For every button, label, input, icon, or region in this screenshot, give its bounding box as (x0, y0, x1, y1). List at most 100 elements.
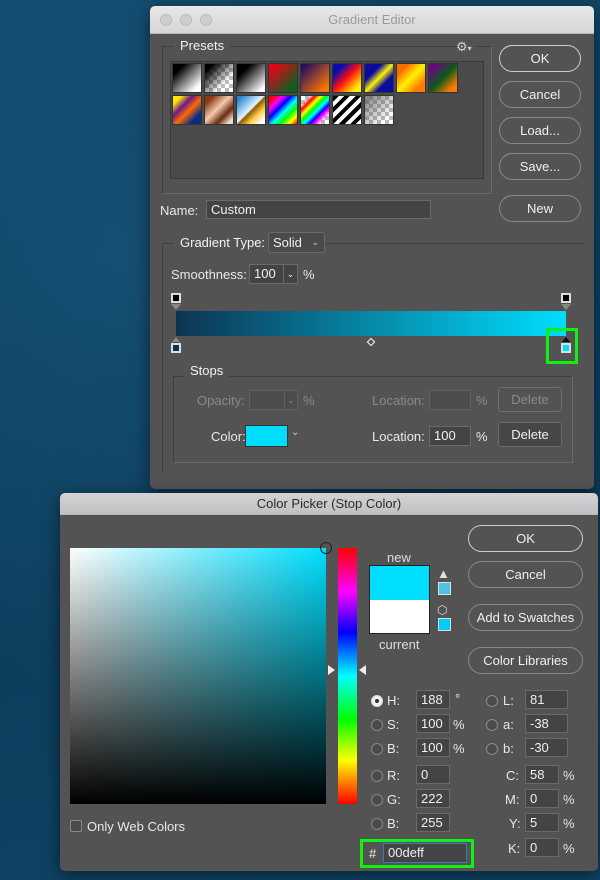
color-picker-window: Color Picker (Stop Color) new current ▲ … (60, 493, 598, 871)
only-web-colors-label[interactable]: Only Web Colors (87, 819, 185, 834)
midpoint-diamond[interactable] (366, 337, 376, 347)
opacity-stops-track[interactable] (170, 292, 572, 310)
chevron-down-icon[interactable]: ⌄ (291, 427, 299, 438)
name-input[interactable]: Custom (206, 200, 431, 219)
cancel-button[interactable]: Cancel (499, 81, 581, 108)
preset-orange-yellow-orange[interactable] (396, 63, 426, 93)
color-delete-button[interactable]: Delete (498, 422, 562, 447)
preset-spectrum[interactable] (268, 95, 298, 125)
window-title: Color Picker (Stop Color) (256, 496, 402, 511)
green-label: G: (387, 792, 401, 807)
preset-neutral-density[interactable] (364, 95, 394, 125)
opacity-stop-1[interactable] (560, 292, 572, 310)
lab-b-radio[interactable] (486, 743, 498, 755)
selected-stop-highlight (546, 328, 578, 364)
gear-icon[interactable]: ⚙▾ (456, 39, 476, 54)
hex-input[interactable]: 00deff (383, 843, 467, 863)
stop-color-swatch[interactable] (245, 425, 288, 447)
save-button[interactable]: Save... (499, 153, 581, 180)
blue-input[interactable]: 255 (416, 813, 450, 832)
hue-label: H: (387, 693, 400, 708)
opacity-stop-0[interactable] (170, 292, 182, 310)
cube-icon[interactable]: ⬡ (437, 603, 447, 617)
color-selection-marker[interactable] (320, 542, 332, 554)
blue-label: B: (387, 816, 400, 831)
preset-black-transparent[interactable] (204, 63, 234, 93)
lab-b-input[interactable]: -30 (525, 738, 568, 757)
opacity-delete-button[interactable]: Delete (498, 387, 562, 412)
hue-input[interactable]: 188 (416, 690, 450, 709)
opacity-dropdown[interactable]: ⌄ (284, 390, 298, 410)
zoom-window-button[interactable] (200, 14, 212, 26)
presets-label: Presets (174, 38, 231, 53)
opacity-label: Opacity: (197, 393, 245, 408)
picker-cancel-button[interactable]: Cancel (468, 561, 583, 588)
only-web-colors-checkbox[interactable] (70, 820, 82, 832)
gradient-editor-titlebar[interactable]: Gradient Editor (150, 6, 594, 34)
smoothness-input[interactable]: 100 (249, 264, 284, 284)
lab-a-radio[interactable] (486, 719, 498, 731)
cyan-input[interactable]: 58 (525, 765, 559, 784)
preset-transparent-rainbow[interactable] (300, 95, 330, 125)
hue-slider[interactable] (338, 548, 357, 804)
yellow-input[interactable]: 5 (525, 813, 559, 832)
magenta-input[interactable]: 0 (525, 789, 559, 808)
brightness-radio[interactable] (371, 743, 383, 755)
minimize-window-button[interactable] (180, 14, 192, 26)
current-color-swatch[interactable] (369, 600, 430, 634)
preset-black-white-2[interactable] (236, 63, 266, 93)
add-to-swatches-button[interactable]: Add to Swatches (468, 604, 583, 631)
gradient-type-select[interactable]: Solid ⌄ (268, 232, 325, 253)
blue-radio[interactable] (371, 818, 383, 830)
yellow-unit: % (563, 816, 575, 831)
hue-slider-handle-left[interactable] (328, 665, 335, 676)
gradient-preview-bar[interactable] (176, 311, 566, 336)
green-radio[interactable] (371, 794, 383, 806)
color-picker-titlebar[interactable]: Color Picker (Stop Color) (60, 493, 598, 515)
saturation-radio[interactable] (371, 719, 383, 731)
window-title: Gradient Editor (328, 12, 416, 27)
warning-icon[interactable]: ▲ (437, 566, 450, 581)
opacity-input[interactable] (249, 390, 285, 410)
lab-a-input[interactable]: -38 (525, 714, 568, 733)
black-input[interactable]: 0 (525, 838, 559, 857)
color-libraries-button[interactable]: Color Libraries (468, 647, 583, 674)
preset-black-white[interactable] (172, 63, 202, 93)
load-button[interactable]: Load... (499, 117, 581, 144)
preset-violet-green-orange[interactable] (428, 63, 458, 93)
brightness-label: B: (387, 741, 400, 756)
lab-l-input[interactable]: 81 (525, 690, 568, 709)
close-window-button[interactable] (160, 14, 172, 26)
preset-chrome[interactable] (236, 95, 266, 125)
preset-blue-red-yellow[interactable] (332, 63, 362, 93)
new-button[interactable]: New (499, 195, 581, 222)
smoothness-label: Smoothness: (171, 267, 247, 282)
preset-copper[interactable] (204, 95, 234, 125)
color-stops-track[interactable] (170, 337, 572, 357)
preset-blue-yellow-blue[interactable] (364, 63, 394, 93)
smoothness-dropdown[interactable]: ⌄ (283, 264, 298, 284)
hue-radio[interactable] (371, 695, 383, 707)
ok-button[interactable]: OK (499, 45, 581, 72)
saturation-brightness-field[interactable] (70, 542, 332, 804)
preset-violet-orange[interactable] (300, 63, 330, 93)
green-input[interactable]: 222 (416, 789, 450, 808)
preset-transparent-stripes[interactable] (332, 95, 362, 125)
web-safe-swatch[interactable] (438, 618, 451, 631)
opacity-location-input[interactable] (429, 390, 471, 410)
magenta-unit: % (563, 792, 575, 807)
picker-ok-button[interactable]: OK (468, 525, 583, 552)
lab-l-radio[interactable] (486, 695, 498, 707)
red-radio[interactable] (371, 770, 383, 782)
red-input[interactable]: 0 (416, 765, 450, 784)
preset-red-green[interactable] (268, 63, 298, 93)
color-location-input[interactable]: 100 (429, 426, 471, 446)
hue-unit: ° (455, 691, 461, 706)
preset-stripes-yellow-violet[interactable] (172, 95, 202, 125)
gamut-warning-swatch[interactable] (438, 582, 451, 595)
chevron-down-icon: ⌄ (311, 237, 319, 247)
color-stop-0[interactable] (170, 337, 182, 357)
saturation-input[interactable]: 100 (416, 714, 450, 733)
brightness-input[interactable]: 100 (416, 738, 450, 757)
hue-slider-handle-right[interactable] (359, 665, 366, 676)
